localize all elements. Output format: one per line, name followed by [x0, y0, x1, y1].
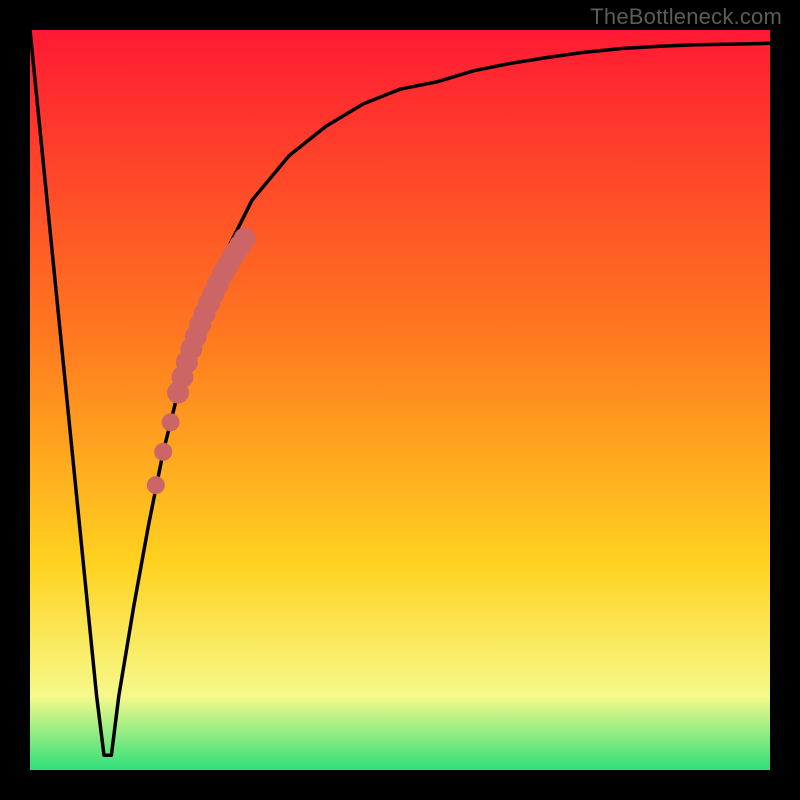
chart-svg	[30, 30, 770, 770]
highlight-dot	[154, 443, 172, 461]
plot-area	[30, 30, 770, 770]
chart-frame: TheBottleneck.com	[0, 0, 800, 800]
highlight-dot	[162, 413, 180, 431]
highlight-band-point	[234, 228, 256, 250]
gradient-background	[30, 30, 770, 770]
watermark-text: TheBottleneck.com	[590, 4, 782, 30]
highlight-dot	[147, 476, 165, 494]
